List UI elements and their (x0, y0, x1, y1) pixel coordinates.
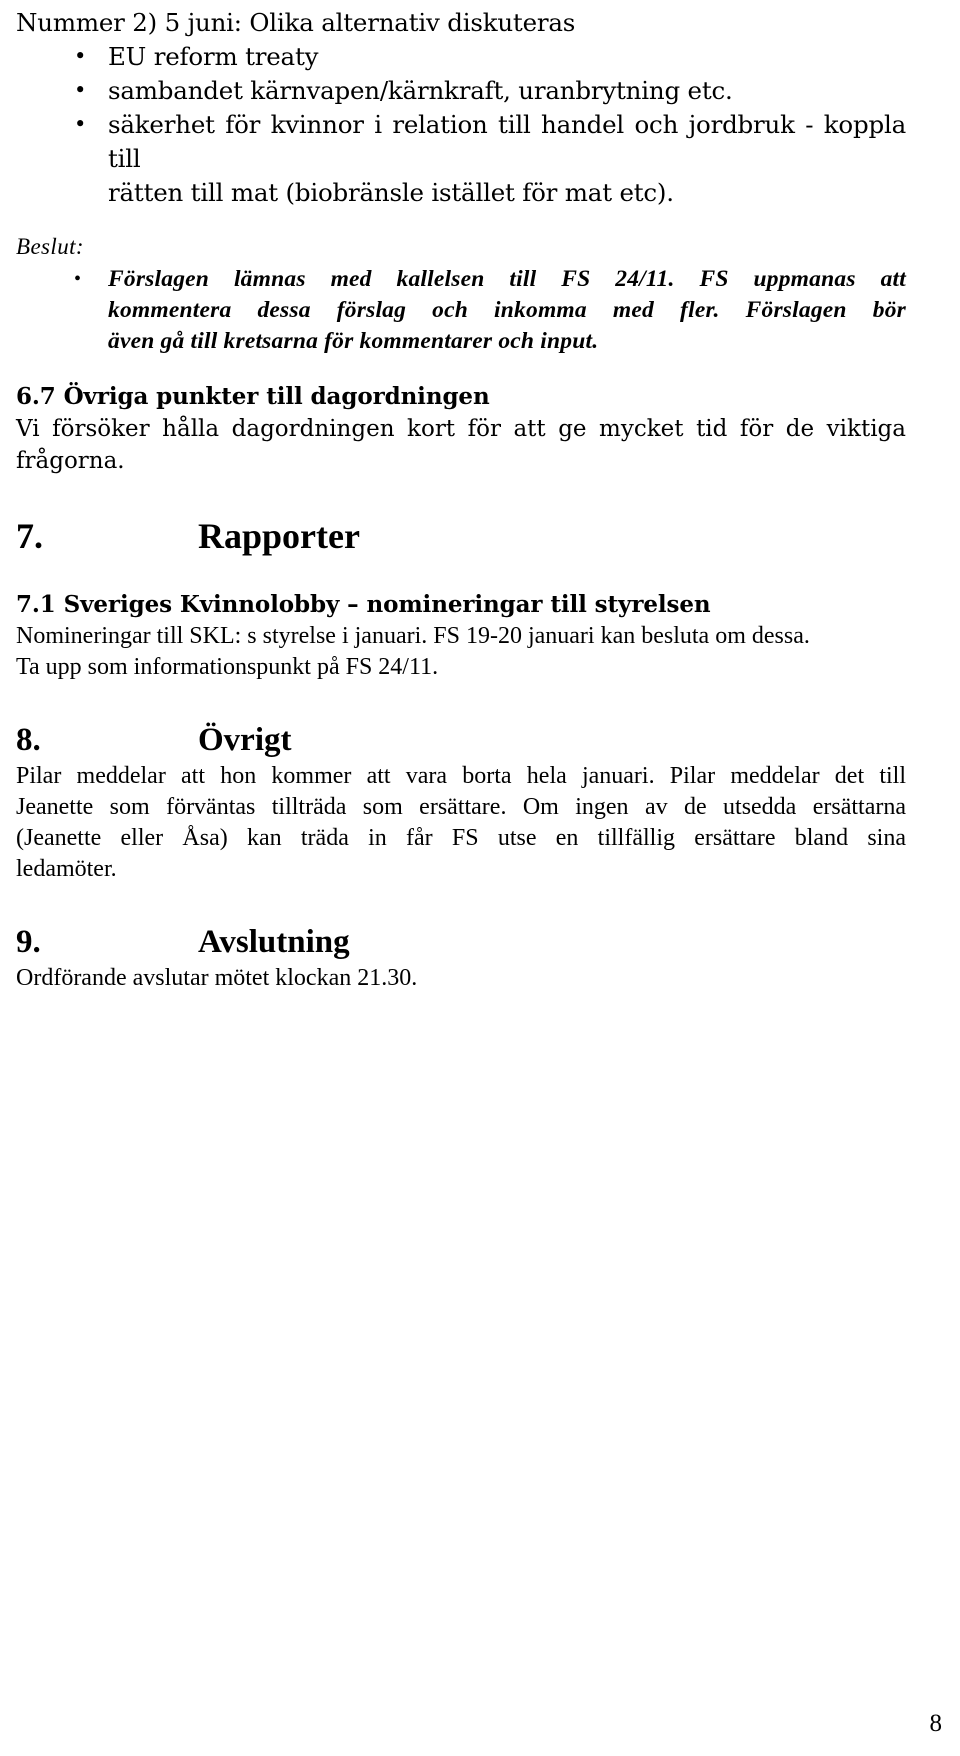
page-number: 8 (929, 1710, 943, 1737)
list-item: säkerhet för kvinnor i relation till han… (16, 107, 906, 210)
heading-section-7-title: Rapporter (198, 516, 360, 556)
paragraph-line: Jeanette som förväntas tillträda som ers… (16, 794, 906, 820)
heading-section-9-title: Avslutning (198, 924, 350, 960)
list-item: EU reform treaty (16, 39, 906, 74)
heading-section-7: 7. Rapporter (16, 513, 906, 559)
paragraph-line: Ordförande avslutar mötet klockan 21.30. (16, 965, 418, 991)
heading-6-7: 6.7 Övriga punkter till dagordningen (16, 383, 490, 410)
beslut-text-line: även gå till kretsarna för kommentarer o… (108, 328, 599, 354)
beslut-text-line: Förslagen lämnas med kallelsen till FS 2… (108, 266, 906, 292)
heading-section-9: 9. Avslutning (16, 921, 906, 963)
intro-bullet-list: EU reform treaty sambandet kärnvapen/kär… (16, 39, 906, 210)
paragraph-9: Ordförande avslutar mötet klockan 21.30. (16, 963, 906, 994)
paragraph-line: Pilar meddelar att hon kommer att vara b… (16, 763, 906, 789)
heading-section-9-number: 9. (16, 924, 41, 960)
paragraph-line: Vi försöker hålla dagordningen kort för … (16, 416, 906, 442)
heading-section-7-number: 7. (16, 516, 43, 556)
bullet-text-block: säkerhet för kvinnor i relation till han… (108, 108, 906, 210)
list-item: Förslagen lämnas med kallelsen till FS 2… (16, 264, 906, 357)
paragraph-6-7: Vi försöker hålla dagordningen kort för … (16, 413, 906, 477)
paragraph-line: ledamöter. (16, 856, 117, 882)
beslut-bullet-list: Förslagen lämnas med kallelsen till FS 2… (16, 264, 906, 357)
heading-7-1: 7.1 Sveriges Kvinnolobby – nomineringar … (16, 591, 711, 618)
paragraph-line: (Jeanette eller Åsa) kan träda in får FS… (16, 825, 906, 851)
heading-section-8-title: Övrigt (198, 722, 292, 758)
bullet-text: sambandet kärnvapen/kärnkraft, uranbrytn… (108, 76, 733, 105)
beslut-text-line: kommentera dessa förslag och inkomma med… (108, 297, 906, 323)
heading-section-8-number: 8. (16, 722, 41, 758)
heading-section-8: 8. Övrigt (16, 719, 906, 761)
page-content: Nummer 2) 5 juni: Olika alternativ disku… (16, 6, 906, 994)
bullet-text: EU reform treaty (108, 42, 319, 71)
paragraph-line: Ta upp som informationspunkt på FS 24/11… (16, 654, 439, 680)
paragraph-line: Nomineringar till SKL: s styrelse i janu… (16, 623, 810, 649)
paragraph-8: Pilar meddelar att hon kommer att vara b… (16, 761, 906, 885)
list-item: sambandet kärnvapen/kärnkraft, uranbrytn… (16, 73, 906, 108)
bullet-text-line: rätten till mat (biobränsle istället för… (108, 178, 674, 207)
bullet-text-line: säkerhet för kvinnor i relation till han… (108, 110, 906, 173)
paragraph-line: frågorna. (16, 448, 125, 474)
beslut-label: Beslut: (16, 234, 84, 259)
document-page: Nummer 2) 5 juni: Olika alternativ disku… (0, 0, 960, 1756)
paragraph-7-1: Nomineringar till SKL: s styrelse i janu… (16, 621, 906, 683)
intro-lead-line: Nummer 2) 5 juni: Olika alternativ disku… (16, 8, 576, 37)
